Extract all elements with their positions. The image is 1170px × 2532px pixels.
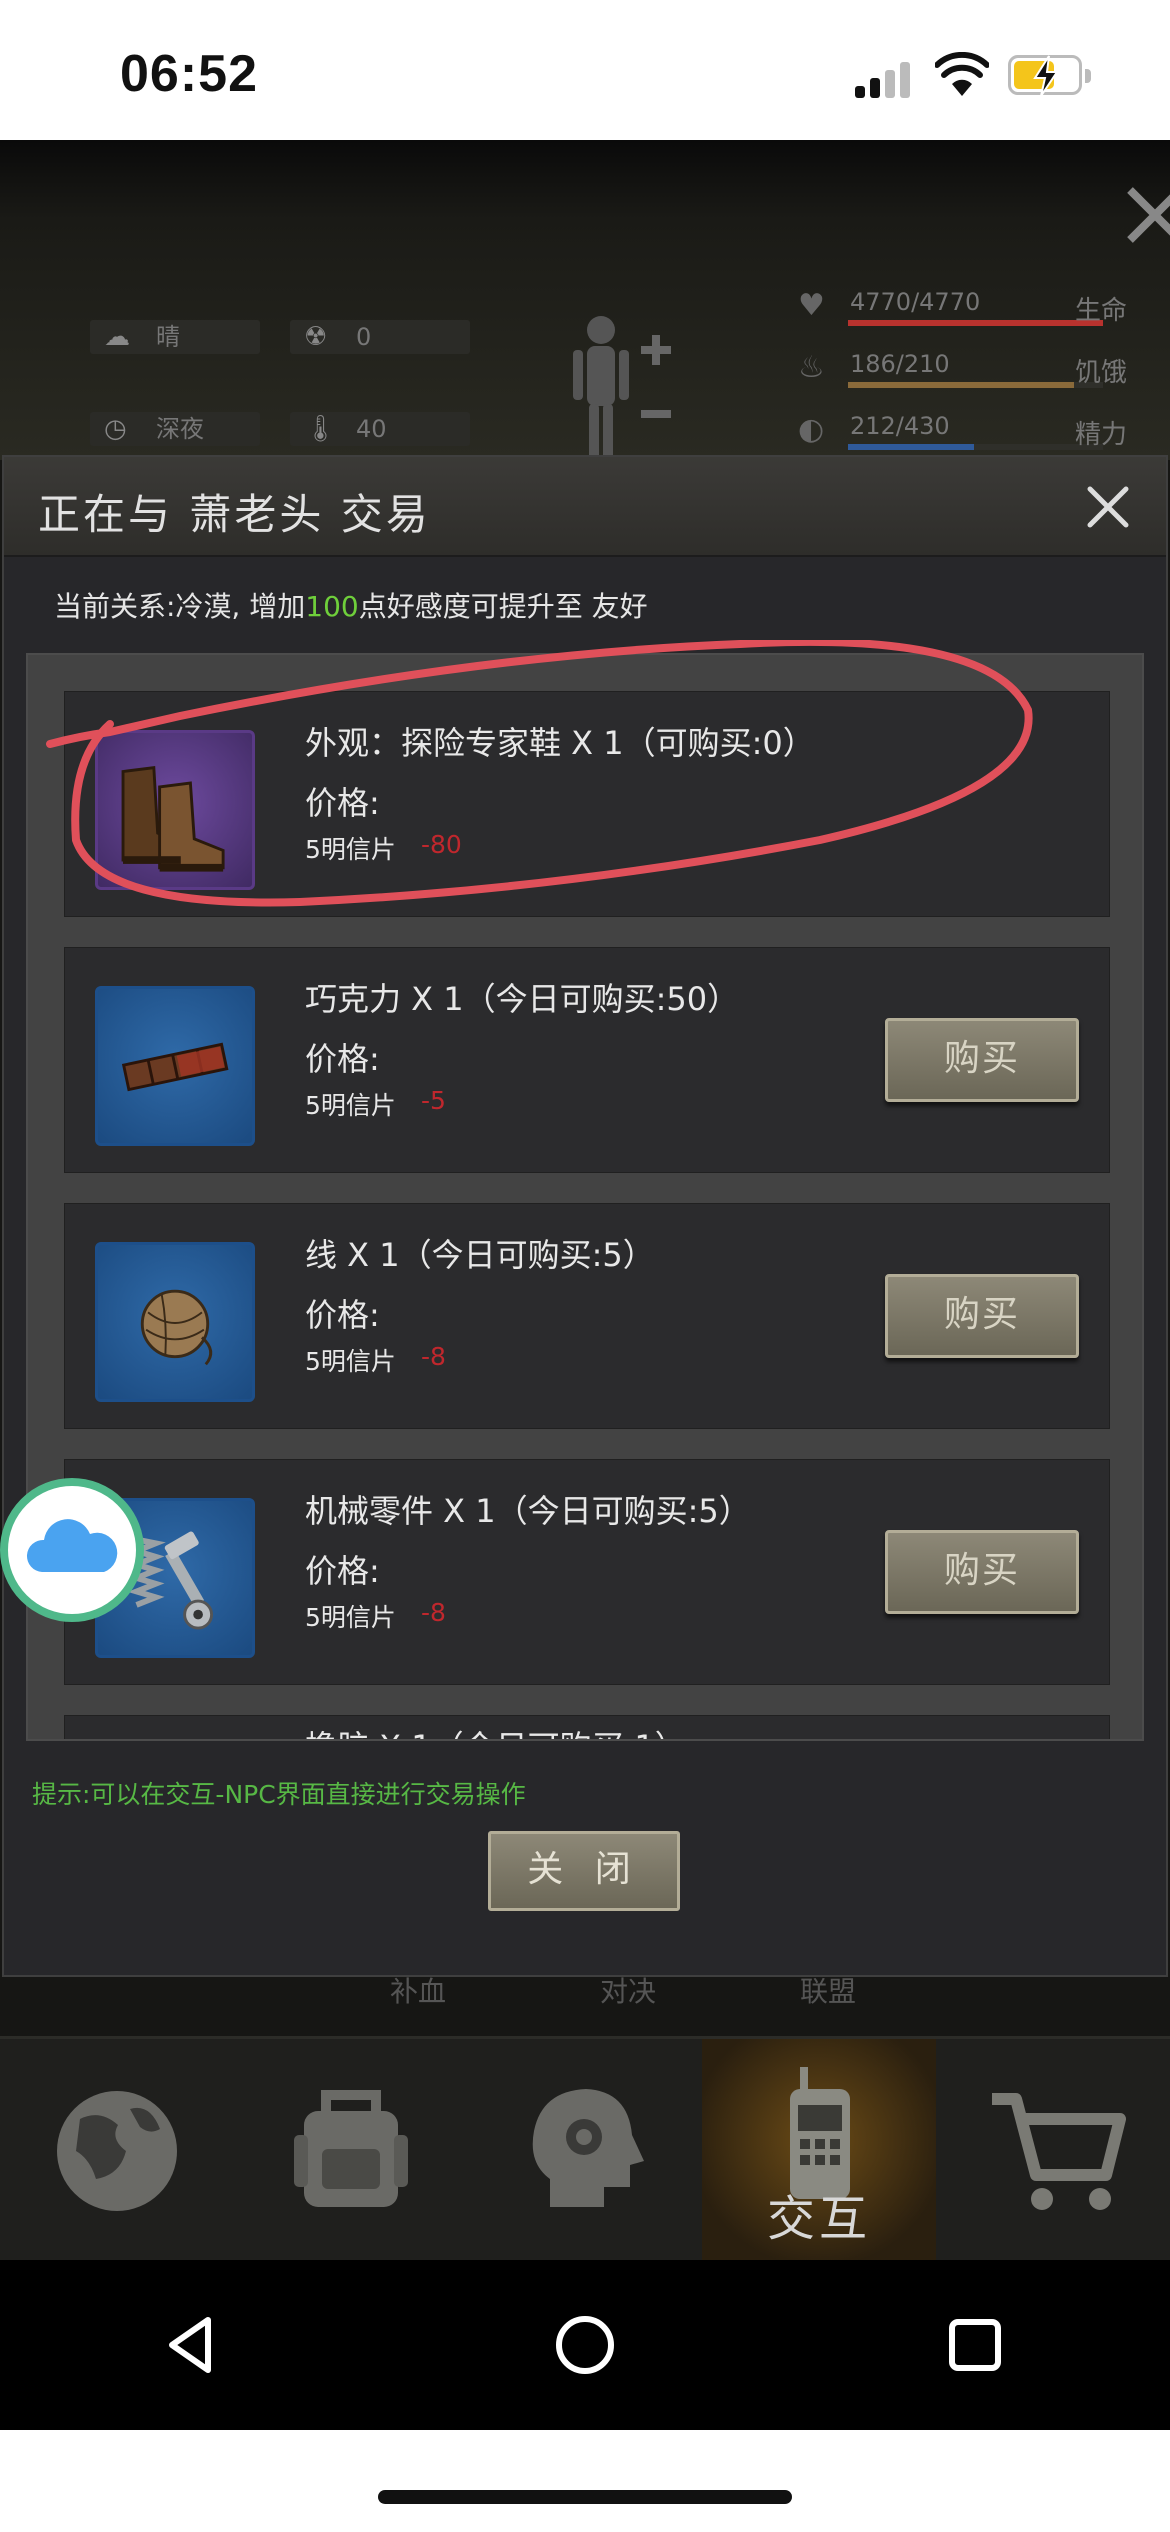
- status-time: 06:52: [120, 45, 258, 103]
- hunger-bar-fill: [848, 382, 1074, 388]
- home-indicator-area: [0, 2430, 1170, 2532]
- item-cost: -8: [421, 1342, 446, 1371]
- wifi-icon: [935, 52, 989, 96]
- weather-value: 晴: [156, 323, 180, 351]
- trade-item: 机械零件 X 1（今日可购买:5） 价格: 5明信片 -8 购买: [64, 1459, 1110, 1685]
- time-of-day-value: 深夜: [156, 415, 204, 443]
- tab-backpack[interactable]: [234, 2039, 468, 2260]
- energy-bar-fill: [848, 444, 974, 450]
- clock-icon: ◷: [104, 414, 127, 444]
- dialog-header: 正在与 萧老头 交易: [4, 457, 1166, 557]
- item-name: 橡胶 X 1（今日可购买:1）: [305, 1722, 687, 1739]
- weather-cloud-icon: ☁: [104, 322, 130, 352]
- trade-hint: 提示:可以在交互-NPC界面直接进行交易操作: [32, 1780, 526, 1809]
- health-bar: [848, 320, 1103, 326]
- price-label: 价格:: [305, 1040, 380, 1078]
- chocolate-icon: [95, 986, 255, 1146]
- relation-points: 100: [305, 590, 359, 623]
- battery-icon: [1008, 55, 1091, 97]
- trade-item: 巧克力 X 1（今日可购买:50） 价格: 5明信片 -5 购买: [64, 947, 1110, 1173]
- game-bottom-nav: 交互: [0, 2036, 1170, 2260]
- thermometer-icon: 🌡: [304, 414, 338, 444]
- dialog-title: 正在与 萧老头 交易: [38, 490, 431, 539]
- home-indicator[interactable]: [378, 2490, 792, 2504]
- tab-world[interactable]: [0, 2039, 234, 2260]
- health-value: 4770/4770: [850, 288, 981, 316]
- stomach-icon: ♨: [798, 350, 825, 385]
- close-icon[interactable]: [1080, 479, 1136, 535]
- energy-value: 212/430: [850, 412, 950, 440]
- radiation-icon: ☢: [304, 322, 328, 352]
- floating-assistant-button[interactable]: [0, 1478, 144, 1622]
- dialog-close-button[interactable]: 关 闭: [488, 1831, 680, 1911]
- radiation-box: ☢ 0: [290, 320, 470, 354]
- stat-hunger: ♨ 186/210 饥饿: [790, 350, 1170, 390]
- shop-cart-icon: [992, 2093, 1126, 2210]
- hunger-label: 饥饿: [1075, 358, 1128, 388]
- stat-health: ♥ 4770/4770 生命: [790, 288, 1170, 328]
- hunger-value: 186/210: [850, 350, 950, 378]
- status-bar: 06:52: [0, 0, 1170, 140]
- background-close-icon[interactable]: [1120, 180, 1170, 290]
- price-label: 价格:: [305, 1296, 380, 1334]
- stat-energy: ◐ 212/430 精力: [790, 412, 1170, 452]
- item-name: 线 X 1（今日可购买:5）: [305, 1236, 655, 1274]
- hunger-bar: [848, 382, 1103, 388]
- cellular-signal-icon: [855, 58, 915, 98]
- trade-item: 线 X 1（今日可购买:5） 价格: 5明信片 -8 购买: [64, 1203, 1110, 1429]
- annotation-circle: [46, 640, 1033, 907]
- item-name: 机械零件 X 1（今日可购买:5）: [305, 1492, 751, 1530]
- globe-icon: [57, 2091, 177, 2211]
- relation-suffix: 点好感度可提升至 友好: [358, 590, 648, 623]
- system-nav-bar: [0, 2260, 1170, 2430]
- backpack-icon: [294, 2090, 408, 2207]
- hud-bar: ☁ 晴 ☢ 0 ◷ 深夜 🌡 40 ♥ 4770/4770 生命 ♨ 186/2…: [0, 140, 1170, 460]
- temperature-box: 🌡 40: [290, 412, 470, 446]
- brain-head-icon: ◐: [798, 412, 825, 447]
- thread-ball-icon: [95, 1242, 255, 1402]
- back-icon[interactable]: [158, 2310, 228, 2380]
- item-name: 巧克力 X 1（今日可购买:50）: [305, 980, 740, 1018]
- radiation-value: 0: [356, 323, 372, 351]
- tab-interact[interactable]: 交互: [702, 2039, 936, 2260]
- health-label: 生命: [1075, 296, 1128, 326]
- item-cost: -8: [421, 1598, 446, 1627]
- tab-skills[interactable]: [468, 2039, 702, 2260]
- relation-info: 当前关系:冷漠, 增加100点好感度可提升至 友好: [54, 585, 648, 625]
- trade-item: 橡胶 X 1（今日可购买:1）: [64, 1715, 1110, 1739]
- time-of-day-box: ◷ 深夜: [90, 412, 260, 446]
- weather-box: ☁ 晴: [90, 320, 260, 354]
- item-cost: -5: [421, 1086, 446, 1115]
- tab-interact-label: 交互: [766, 2191, 871, 2247]
- buy-button[interactable]: 购买: [885, 1018, 1079, 1102]
- recents-icon[interactable]: [940, 2310, 1010, 2380]
- relation-prefix: 当前关系:冷漠, 增加: [54, 590, 306, 623]
- energy-bar: [848, 444, 1103, 450]
- temperature-value: 40: [356, 415, 387, 443]
- tab-shop[interactable]: [936, 2039, 1170, 2260]
- character-body-icon[interactable]: [565, 310, 675, 460]
- buy-button[interactable]: 购买: [885, 1530, 1079, 1614]
- game-screen: ☁ 晴 ☢ 0 ◷ 深夜 🌡 40 ♥ 4770/4770 生命 ♨ 186/2…: [0, 140, 1170, 2260]
- health-bar-fill: [848, 320, 1103, 326]
- energy-label: 精力: [1075, 420, 1128, 450]
- currency-label: 5明信片: [305, 1603, 396, 1632]
- currency-label: 5明信片: [305, 1347, 396, 1376]
- heart-icon: ♥: [798, 288, 825, 323]
- currency-label: 5明信片: [305, 1091, 396, 1120]
- home-icon[interactable]: [550, 2310, 620, 2380]
- buy-button[interactable]: 购买: [885, 1274, 1079, 1358]
- skills-head-icon: [532, 2089, 644, 2207]
- cloud-icon: [26, 1519, 118, 1572]
- price-label: 价格:: [305, 1552, 380, 1590]
